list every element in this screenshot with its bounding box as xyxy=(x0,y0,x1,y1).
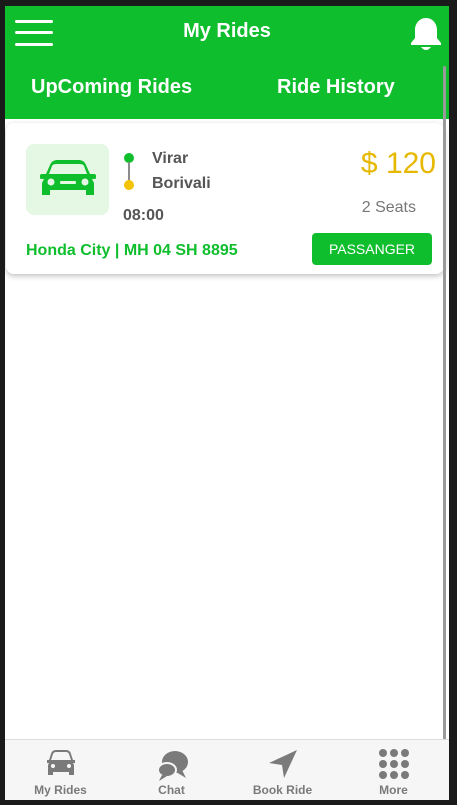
route-line xyxy=(128,162,130,181)
nav-more-label: More xyxy=(379,783,408,797)
nav-book-ride[interactable]: Book Ride xyxy=(227,740,338,800)
car-icon xyxy=(47,750,75,775)
nav-chat-label: Chat xyxy=(158,783,185,797)
navigation-arrow-icon xyxy=(269,750,297,778)
nav-my-rides[interactable]: My Rides xyxy=(5,740,116,800)
pickup-location: Virar xyxy=(152,150,189,167)
drop-location: Borivali xyxy=(152,175,211,192)
ride-time: 08:00 xyxy=(123,207,164,224)
chat-bubbles-icon xyxy=(157,751,188,781)
grid-dots-icon xyxy=(379,749,409,779)
vehicle-thumbnail xyxy=(26,144,109,215)
nav-chat[interactable]: Chat xyxy=(116,740,227,800)
tab-upcoming-rides[interactable]: UpComing Rides xyxy=(31,76,192,99)
app-screen: My Rides UpComing Rides Ride History Vir… xyxy=(5,6,449,800)
nav-book-ride-label: Book Ride xyxy=(252,783,313,797)
nav-my-rides-label: My Rides xyxy=(34,783,87,797)
app-header: My Rides UpComing Rides Ride History xyxy=(5,6,449,119)
role-badge[interactable]: PASSANGER xyxy=(312,233,432,265)
bottom-navigation: My Rides Chat Book Ride More xyxy=(5,739,449,800)
car-icon xyxy=(40,160,96,195)
seat-count: 2 Seats xyxy=(361,199,416,216)
ride-price: $ 120 xyxy=(360,147,436,180)
drop-dot xyxy=(124,180,134,190)
tab-ride-history[interactable]: Ride History xyxy=(277,76,395,99)
page-title: My Rides xyxy=(183,20,271,42)
ride-card[interactable]: Virar Borivali 08:00 $ 120 2 Seats Honda… xyxy=(6,123,444,274)
bell-icon[interactable] xyxy=(410,16,442,52)
scrollbar[interactable] xyxy=(443,66,446,744)
nav-more[interactable]: More xyxy=(338,740,449,800)
vehicle-details: Honda City | MH 04 SH 8895 xyxy=(26,242,238,259)
